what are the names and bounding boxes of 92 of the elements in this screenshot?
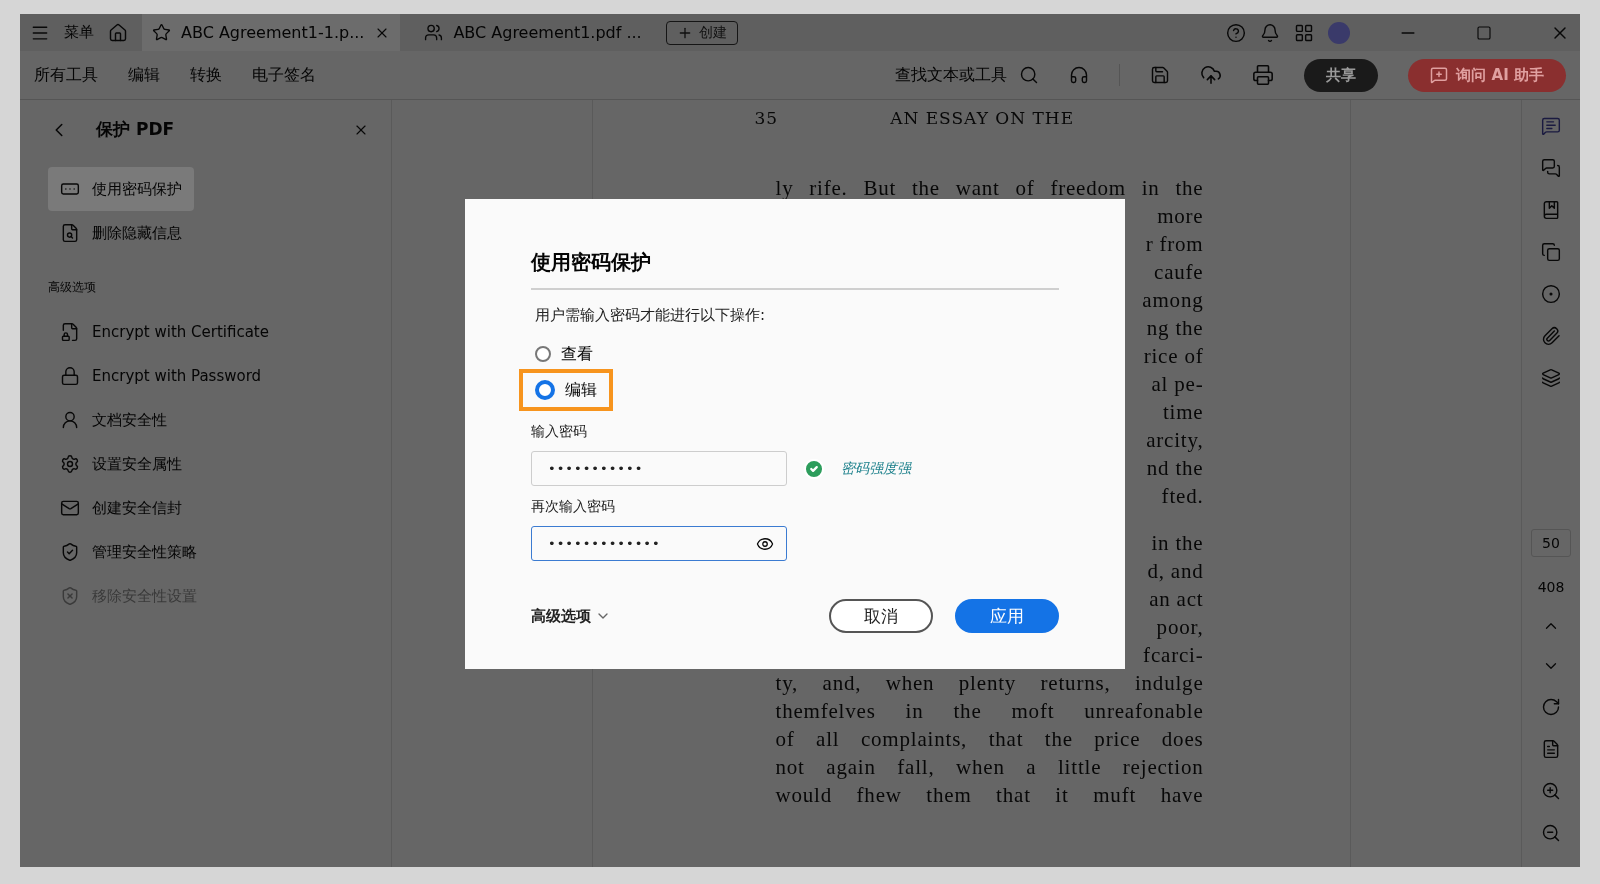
panel-title: 保护 PDF (96, 118, 176, 141)
chat-icon[interactable] (1541, 158, 1561, 178)
menu-item[interactable]: 电子签名 (252, 64, 316, 86)
bookmark-icon[interactable] (1541, 200, 1561, 220)
panel-item[interactable]: 使用密码保护 (48, 167, 194, 211)
home-icon[interactable] (108, 22, 128, 43)
text-line: an act (1149, 587, 1204, 611)
envelope-icon (60, 498, 80, 518)
text-line: fted. (1161, 484, 1204, 508)
star-icon (152, 23, 171, 42)
running-head: AN ESSAY ON THE (890, 108, 1075, 128)
panel-item[interactable]: 设置安全属性 (48, 442, 194, 486)
text-line: more (1157, 204, 1204, 228)
panel-item[interactable]: 管理安全性策略 (48, 530, 209, 574)
zoom-in-icon[interactable] (1541, 781, 1561, 801)
field-label: 再次输入密码 (531, 498, 616, 516)
text-line: themfelves in the moft unreafonable (775, 698, 1204, 725)
paperclip-icon[interactable] (1541, 326, 1561, 346)
text-line: time (1162, 400, 1204, 424)
menu-item[interactable]: 编辑 (128, 64, 160, 86)
text-line: rice of (1143, 344, 1204, 368)
bell-icon[interactable] (1260, 22, 1280, 43)
page-total: 408 (1537, 579, 1565, 595)
prompt-text: 用户需输入密码才能进行以下操作: (535, 306, 767, 325)
text-line: not again fall, when a little rejection (775, 754, 1204, 781)
page-input[interactable]: 50 (1531, 529, 1571, 557)
text-line: fcarci- (1143, 643, 1204, 667)
password-field[interactable]: ••••••••••••• (531, 526, 787, 561)
radio-button[interactable] (535, 380, 555, 400)
section-label: 高级选项 (48, 279, 97, 296)
text-line: poor, (1156, 615, 1204, 639)
text-line: d, and (1147, 559, 1204, 583)
ai-assistant-button[interactable]: 询问 AI 助手 (1408, 58, 1566, 92)
text-line: ty, and, when plenty returns, indulge (775, 670, 1204, 697)
radio-button[interactable] (535, 346, 551, 362)
file-search-icon (60, 223, 80, 243)
shield-x-icon (60, 586, 80, 606)
user-icon (60, 410, 80, 430)
chat-plus-icon (1430, 66, 1449, 84)
text-line: ng the (1146, 316, 1204, 340)
text-line: would fhew them that it muft have (775, 782, 1204, 809)
text-line: r from (1145, 232, 1204, 256)
search-icon[interactable] (1019, 65, 1040, 85)
users-icon (424, 23, 444, 42)
text-line: of all complaints, that the price does (775, 726, 1204, 753)
headphones-icon[interactable] (1069, 65, 1090, 85)
help-icon[interactable] (1226, 22, 1246, 43)
text-line: among (1142, 288, 1204, 312)
zoom-out-icon[interactable] (1541, 823, 1561, 843)
document-tab[interactable]: ABC Agreement1.pdf ... (414, 14, 652, 51)
radio-option[interactable]: 查看 (531, 339, 597, 369)
panel-item[interactable]: 文档安全性 (48, 398, 179, 442)
text-line: arcity, (1146, 428, 1204, 452)
upload-icon[interactable] (1200, 64, 1223, 86)
password-field[interactable]: ••••••••••• (531, 451, 787, 486)
radio-option[interactable]: 编辑 (531, 375, 601, 405)
panel-item[interactable]: Encrypt with Certificate (48, 310, 281, 354)
print-icon[interactable] (1252, 64, 1275, 86)
text-line: caufe (1154, 260, 1204, 284)
gear-icon (60, 454, 80, 474)
menu-item[interactable]: 所有工具 (34, 64, 98, 86)
apps-icon[interactable] (1294, 22, 1314, 43)
text-line: al pe- (1151, 372, 1204, 396)
rotate-icon[interactable] (1541, 697, 1561, 717)
share-button[interactable]: 共享 (1304, 58, 1379, 92)
advanced-options-toggle[interactable]: 高级选项 (531, 606, 611, 626)
save-icon[interactable] (1150, 65, 1171, 85)
menu-label[interactable]: 菜单 (64, 23, 94, 42)
text-line: nd the (1146, 456, 1204, 480)
pages-icon[interactable] (1541, 242, 1561, 262)
field-label: 输入密码 (531, 423, 588, 441)
strength-text: 密码强度强 (841, 459, 911, 478)
cancel-button[interactable]: 取消 (829, 599, 933, 633)
layers-icon[interactable] (1541, 368, 1561, 388)
text-line: in the (1151, 531, 1204, 555)
comment-icon[interactable] (1541, 116, 1561, 136)
panel-item[interactable]: 删除隐藏信息 (48, 211, 194, 255)
lock-icon (60, 366, 80, 386)
search-label[interactable]: 查找文本或工具 (895, 64, 1008, 86)
panel-item[interactable]: 创建安全信封 (48, 486, 194, 530)
fit-page-icon[interactable] (1541, 739, 1561, 759)
create-button[interactable]: 创建 (665, 20, 738, 45)
panel-item[interactable]: Encrypt with Password (48, 354, 274, 398)
menu-item[interactable]: 转换 (190, 64, 222, 86)
dialog-title: 使用密码保护 (531, 249, 1059, 290)
page-number: 35 (754, 108, 779, 128)
apply-button[interactable]: 应用 (955, 599, 1059, 633)
target-icon[interactable] (1541, 284, 1561, 304)
file-lock-icon (60, 322, 80, 342)
document-tab[interactable]: ABC Agreement1-1.p... (142, 14, 401, 51)
maximize-icon[interactable] (1476, 24, 1492, 41)
shield-icon (60, 542, 80, 562)
